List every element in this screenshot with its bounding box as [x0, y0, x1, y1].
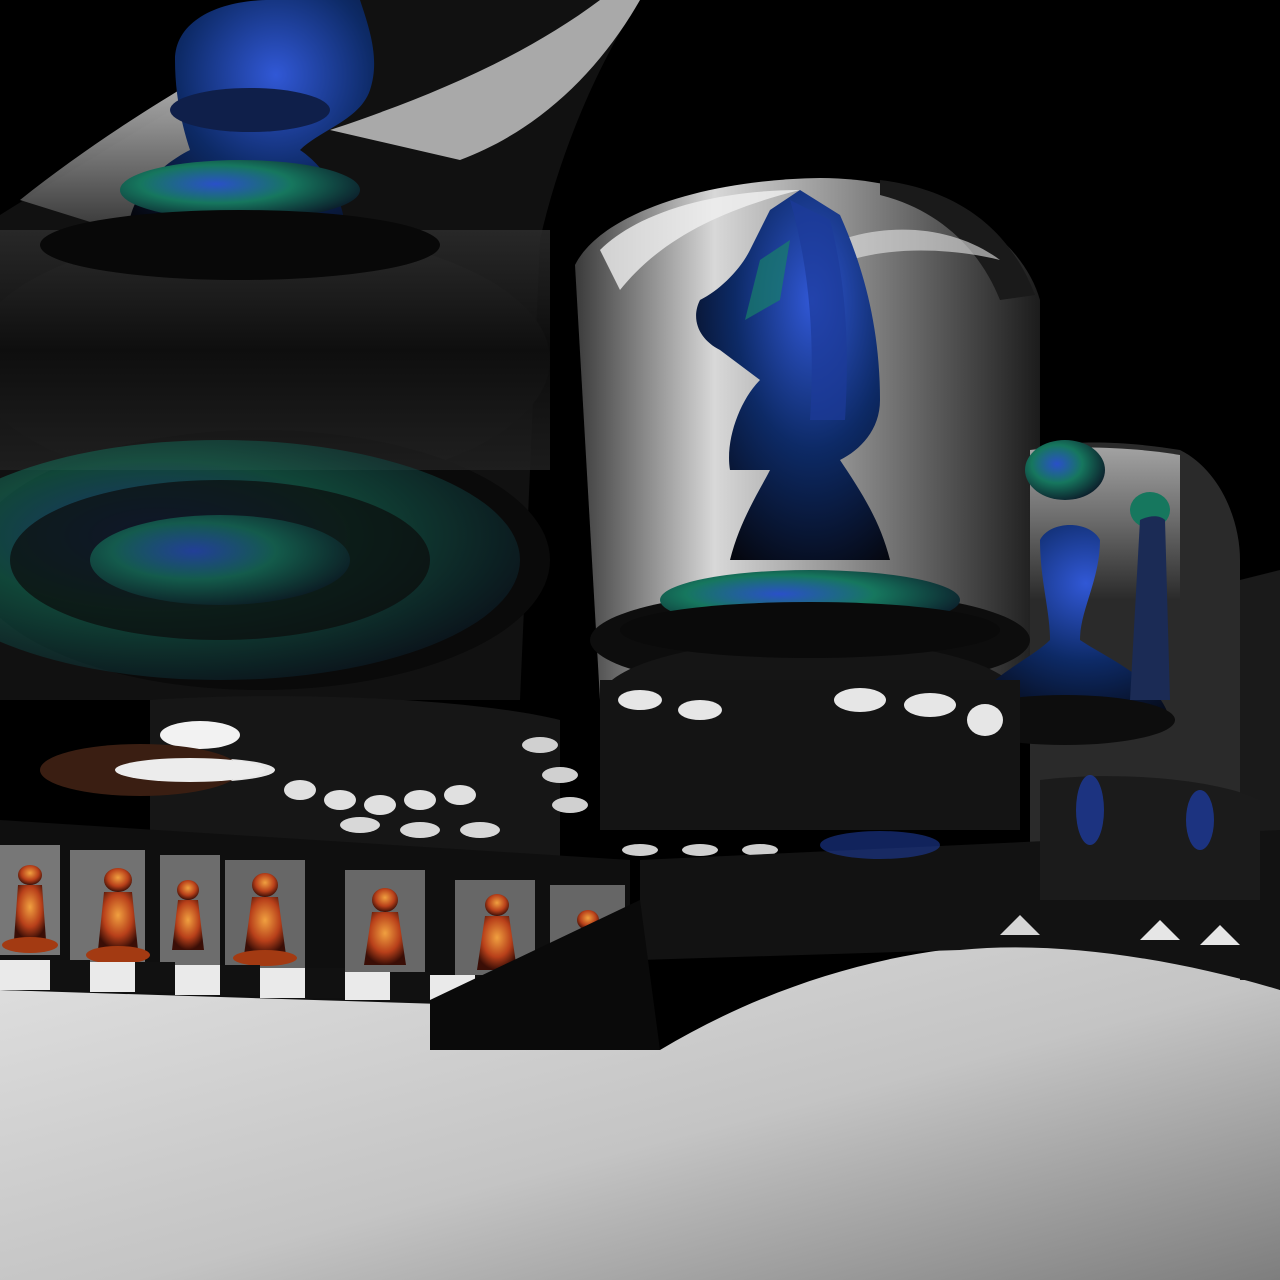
render-scene [0, 0, 1280, 1280]
